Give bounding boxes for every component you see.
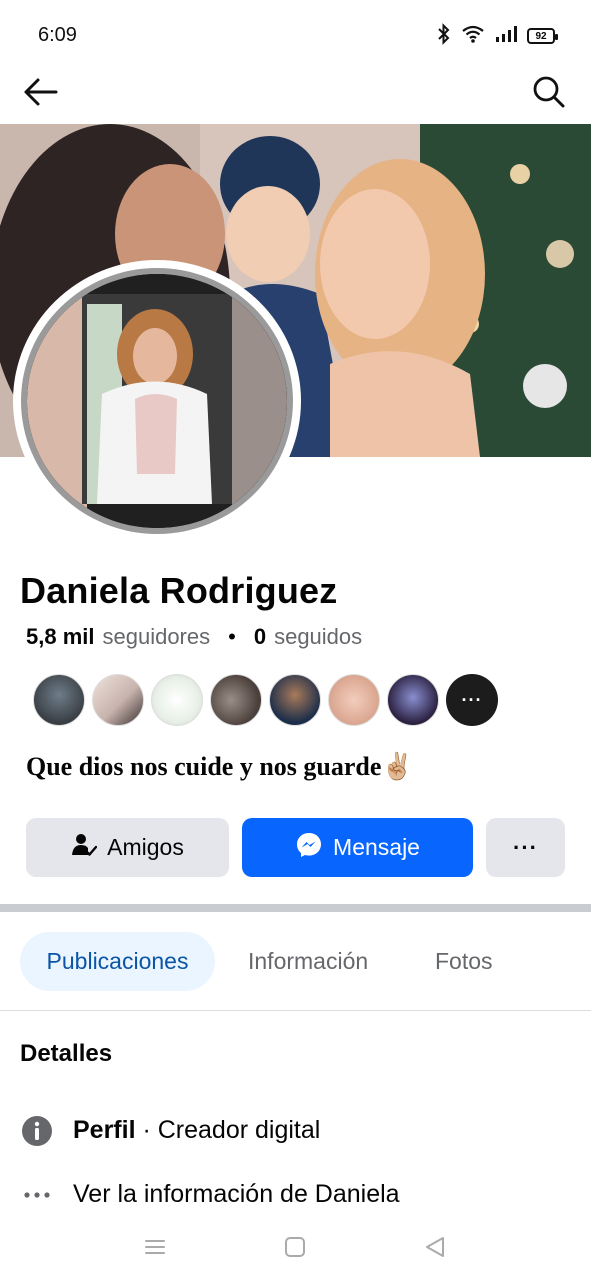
friend-avatar[interactable]: [210, 674, 262, 726]
tab-fotos[interactable]: Fotos: [435, 932, 493, 991]
info-icon: [20, 1114, 53, 1147]
details-title: Detalles: [20, 1040, 113, 1067]
profile-picture[interactable]: [13, 260, 301, 542]
profile-name: Daniela Rodriguez: [20, 570, 338, 611]
profile-stats: 5,8 mil seguidores • 0 seguidos: [26, 624, 362, 650]
victory-hand-emoji: ✌🏼: [381, 752, 414, 781]
bio-text: Que dios nos cuide y nos guarde: [26, 752, 382, 781]
profile-tabs: Publicaciones Información Fotos: [20, 932, 580, 992]
more-options-button[interactable]: ···: [486, 818, 565, 877]
followers-count[interactable]: 5,8 mil: [26, 624, 94, 650]
wifi-icon: [461, 24, 485, 49]
system-nav-bar: [0, 1220, 591, 1280]
stats-separator: •: [228, 624, 236, 649]
friends-button[interactable]: Amigos: [26, 818, 229, 877]
following-label[interactable]: seguidos: [274, 624, 362, 650]
back-triangle-icon[interactable]: [420, 1232, 450, 1262]
ellipsis-icon: [20, 1178, 53, 1211]
back-arrow-icon[interactable]: [18, 70, 62, 114]
detail-profile-row: Perfil · Creador digital: [20, 1114, 320, 1147]
friend-avatar[interactable]: [269, 674, 321, 726]
tab-informacion[interactable]: Información: [248, 932, 368, 991]
detail-profile-category: Creador digital: [157, 1116, 321, 1144]
battery-icon: 92: [527, 28, 558, 44]
status-icons: 92: [437, 22, 558, 50]
tabs-divider: [0, 1010, 591, 1011]
message-button-label: Mensaje: [333, 834, 420, 860]
section-separator: [0, 904, 591, 912]
following-count[interactable]: 0: [254, 624, 266, 650]
tab-publicaciones[interactable]: Publicaciones: [20, 932, 215, 991]
friends-preview: ···: [33, 674, 498, 726]
signal-icon: [495, 25, 517, 48]
friend-avatar[interactable]: [151, 674, 203, 726]
see-info-label: Ver la información de Daniela: [73, 1180, 400, 1208]
home-square-icon[interactable]: [280, 1232, 310, 1262]
profile-bio: Que dios nos cuide y nos guarde✌🏼: [26, 752, 414, 782]
search-icon[interactable]: [527, 70, 571, 114]
status-bar: 6:09 92: [0, 0, 591, 66]
friend-avatar[interactable]: [328, 674, 380, 726]
detail-profile-separator: ·: [135, 1116, 158, 1144]
friend-avatar[interactable]: [92, 674, 144, 726]
detail-profile-label: Perfil: [73, 1116, 136, 1144]
friend-avatar[interactable]: [387, 674, 439, 726]
detail-profile-text: Perfil · Creador digital: [73, 1116, 320, 1145]
message-button[interactable]: Mensaje: [242, 818, 473, 877]
see-info-row[interactable]: Ver la información de Daniela: [20, 1178, 400, 1211]
top-nav: [0, 66, 591, 124]
friends-button-label: Amigos: [107, 834, 184, 860]
friends-more-button[interactable]: ···: [446, 674, 498, 726]
profile-actions: Amigos Mensaje ···: [26, 818, 565, 878]
friend-avatar[interactable]: [33, 674, 85, 726]
menu-icon[interactable]: [140, 1232, 170, 1262]
status-time: 6:09: [38, 24, 77, 46]
messenger-icon: [295, 831, 323, 865]
followers-label[interactable]: seguidores: [102, 624, 210, 650]
friend-check-icon: [71, 832, 98, 864]
profile-picture-image: [21, 268, 293, 534]
bluetooth-icon: [437, 22, 451, 50]
